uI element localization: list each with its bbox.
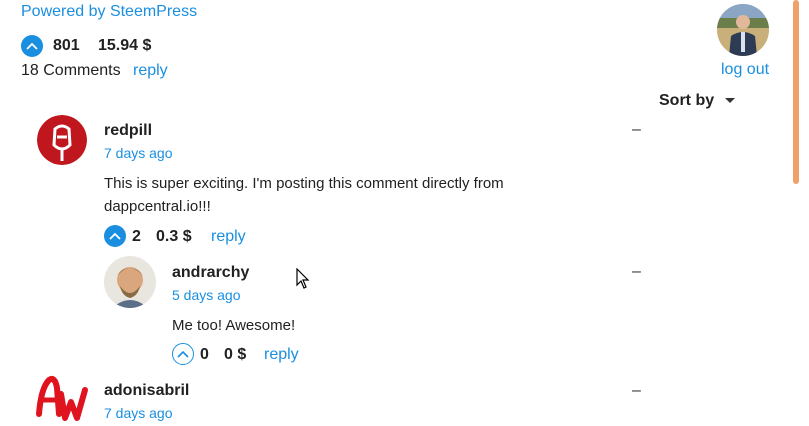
comment-vote-count: 0 bbox=[200, 346, 209, 363]
comment-timestamp[interactable]: 7 days ago bbox=[104, 405, 173, 421]
caret-down-icon bbox=[724, 97, 735, 103]
collapse-comment-button[interactable]: – bbox=[632, 382, 641, 400]
post-upvote-button[interactable] bbox=[21, 35, 43, 57]
aw-logo-icon bbox=[36, 376, 88, 421]
comment-upvote-button[interactable] bbox=[172, 343, 194, 365]
comment-author[interactable]: andrarchy bbox=[172, 264, 249, 282]
comment-payout: 0.3 $ bbox=[156, 228, 192, 245]
sort-by-label: Sort by bbox=[659, 92, 715, 109]
user-avatar[interactable] bbox=[717, 4, 769, 56]
chevron-up-icon bbox=[26, 42, 38, 50]
chevron-up-icon bbox=[177, 350, 189, 358]
sort-by-dropdown[interactable]: Sort by bbox=[659, 92, 735, 110]
powered-by-link[interactable]: Powered by SteemPress bbox=[21, 3, 197, 21]
comment-timestamp[interactable]: 5 days ago bbox=[172, 287, 241, 303]
collapse-comment-button[interactable]: – bbox=[632, 121, 641, 139]
post-payout: 15.94 $ bbox=[98, 37, 152, 54]
comment-reply-link[interactable]: reply bbox=[211, 228, 246, 246]
comment-avatar-adonisabril[interactable] bbox=[35, 374, 89, 426]
mouse-cursor-icon bbox=[296, 268, 310, 289]
comment-author[interactable]: adonisabril bbox=[104, 382, 189, 400]
user-photo-icon bbox=[104, 256, 156, 308]
comment-avatar-redpill[interactable] bbox=[37, 115, 87, 165]
comment-body: Me too! Awesome! bbox=[172, 317, 296, 334]
user-photo-icon bbox=[717, 4, 769, 56]
comment-body: This is super exciting. I'm posting this… bbox=[104, 175, 504, 215]
chevron-up-icon bbox=[109, 232, 121, 240]
comment-reply-link[interactable]: reply bbox=[264, 346, 299, 364]
scrollbar-thumb[interactable] bbox=[793, 0, 799, 184]
comment-upvote-button[interactable] bbox=[104, 225, 126, 247]
post-vote-count: 801 bbox=[53, 37, 80, 54]
comments-count: 18 Comments bbox=[21, 62, 121, 79]
logout-link[interactable]: log out bbox=[721, 61, 769, 79]
collapse-comment-button[interactable]: – bbox=[632, 263, 641, 281]
pill-logo-icon bbox=[37, 115, 87, 165]
comment-vote-count: 2 bbox=[132, 228, 141, 245]
post-reply-link[interactable]: reply bbox=[133, 62, 168, 80]
comment-author[interactable]: redpill bbox=[104, 122, 152, 140]
comment-timestamp[interactable]: 7 days ago bbox=[104, 145, 173, 161]
comment-payout: 0 $ bbox=[224, 346, 247, 363]
comment-avatar-andrarchy[interactable] bbox=[104, 256, 156, 308]
